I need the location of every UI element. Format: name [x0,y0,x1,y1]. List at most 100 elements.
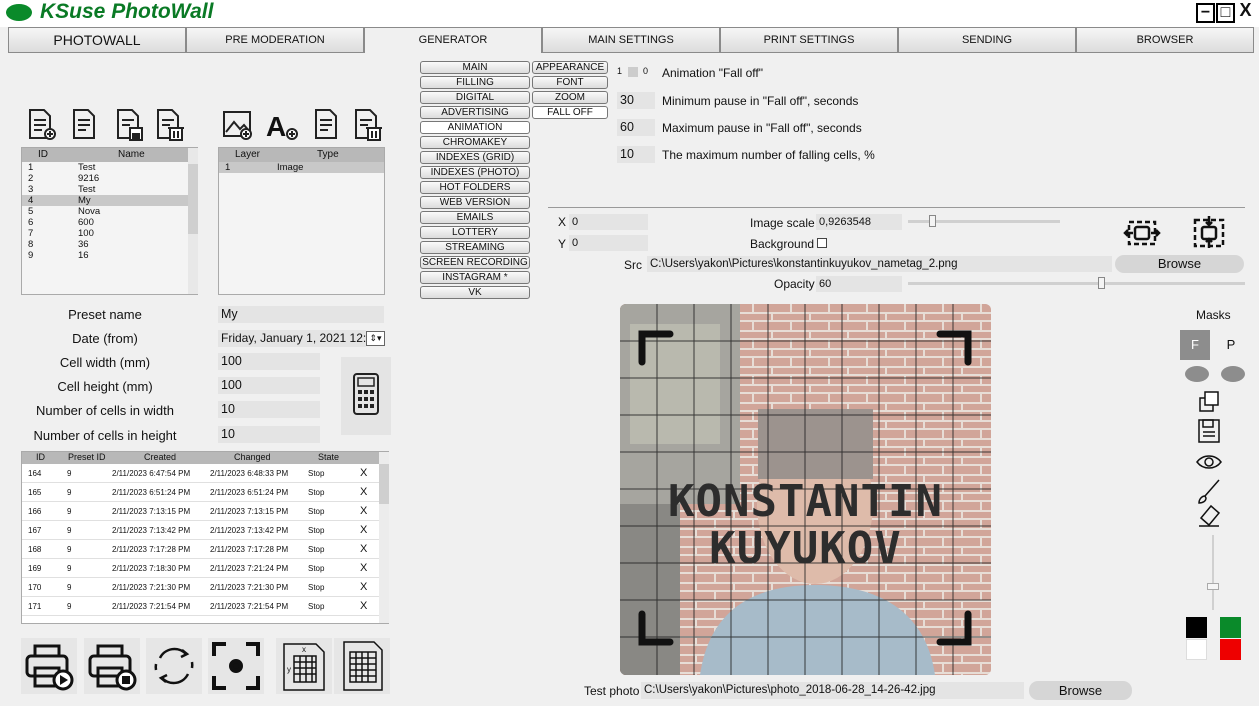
layers-grid[interactable]: Layer Type 1 Image [218,147,385,295]
history-row[interactable]: 165 9 2/11/2023 6:51:24 PM 2/11/2023 6:51:2… [22,483,388,502]
gen-menu-item-indexes-grid[interactable]: INDEXES (GRID) [420,151,530,164]
gen-menu-item-animation[interactable]: ANIMATION [420,121,530,134]
anim-menu-item-appearance[interactable]: APPEARANCE [532,61,608,74]
add-image-layer-icon[interactable] [223,111,252,140]
gen-menu-item-screen-recording[interactable]: SCREEN RECORDING [420,256,530,269]
cell-width-input[interactable]: 100 [218,353,320,370]
test-photo-input[interactable]: C:\Users\yakon\Pictures\photo_2018-06-28… [641,682,1024,699]
delete-history-button[interactable]: X [360,464,367,483]
history-row[interactable]: 167 9 2/11/2023 7:13:42 PM 2/11/2023 7:13:4… [22,521,388,540]
delete-layer-icon[interactable] [355,109,382,141]
test-photo-browse-button[interactable]: Browse [1029,681,1132,700]
gen-menu-item-chromakey[interactable]: CHROMAKEY [420,136,530,149]
tab-print-settings[interactable]: PRINT SETTINGS [720,27,898,53]
anim-menu-item-font[interactable]: FONT [532,76,608,89]
opacity-knob[interactable] [1098,277,1105,289]
mask-p-button[interactable]: P [1216,330,1246,360]
preset-row[interactable]: 4 My [22,195,197,206]
presets-scrollbar[interactable] [188,148,198,294]
delete-history-button[interactable]: X [360,521,367,540]
gen-menu-item-streaming[interactable]: STREAMING [420,241,530,254]
delete-preset-icon[interactable] [157,109,184,141]
refresh-button[interactable] [146,638,202,694]
mask-f-button[interactable]: F [1180,330,1210,360]
mask-ellipse-1-icon[interactable] [1185,366,1209,382]
brush-size-slider[interactable] [1212,535,1214,610]
background-checkbox[interactable] [817,238,827,248]
gen-menu-item-advertising[interactable]: ADVERTISING [420,106,530,119]
mask-save-icon[interactable] [1198,419,1220,443]
preset-row[interactable]: 3 Test [22,184,197,195]
preset-row[interactable]: 2 9216 [22,173,197,184]
save-preset-icon[interactable] [117,109,143,141]
opacity-slider[interactable] [908,282,1245,285]
src-browse-button[interactable]: Browse [1115,255,1244,273]
mask-copy-icon[interactable] [1199,391,1219,412]
gen-menu-item-digital[interactable]: DIGITAL [420,91,530,104]
copy-preset-icon[interactable] [73,109,95,139]
animation-toggle[interactable]: 1 0 [617,66,648,77]
table-view-button[interactable] [334,638,390,694]
gen-menu-item-web-version[interactable]: WEB VERSION [420,196,530,209]
history-row[interactable]: 166 9 2/11/2023 7:13:15 PM 2/11/2023 7:13:1… [22,502,388,521]
layer-row[interactable]: 1 Image [219,162,384,173]
mask-ellipse-2-icon[interactable] [1221,366,1245,382]
src-input[interactable]: C:\Users\yakon\Pictures\konstantinkuyuko… [647,256,1112,272]
anim-menu-item-fall-off[interactable]: FALL OFF [532,106,608,119]
opacity-input[interactable]: 60 [816,276,902,292]
delete-history-button[interactable]: X [360,559,367,578]
gen-menu-item-filling[interactable]: FILLING [420,76,530,89]
cells-height-input[interactable]: 10 [218,426,320,443]
date-picker[interactable]: Friday, January 1, 2021 12: [218,330,366,347]
history-scrollbar[interactable] [379,452,389,623]
history-row[interactable]: 164 9 2/11/2023 6:47:54 PM 2/11/2023 6:48:3… [22,464,388,483]
date-spinner-icon[interactable]: ⇕▾ [366,331,385,346]
image-scale-input[interactable]: 0,9263548 [816,214,902,230]
export-grid-button[interactable]: x y [276,638,332,694]
delete-history-button[interactable]: X [360,597,367,616]
print-stop-button[interactable] [84,638,140,694]
preset-row[interactable]: 7 100 [22,228,197,239]
brush-size-knob[interactable] [1207,583,1219,590]
preset-row[interactable]: 9 16 [22,250,197,261]
history-grid[interactable]: ID Preset ID Created Changed State 164 9 2… [21,451,389,624]
image-scale-knob[interactable] [929,215,936,227]
add-text-layer-icon[interactable]: A [266,111,298,142]
copy-layer-icon[interactable] [315,109,337,139]
max-pause-input[interactable]: 60 [617,119,655,136]
tab-generator[interactable]: GENERATOR [364,27,542,53]
color-green-swatch[interactable] [1220,617,1241,638]
gen-menu-item-lottery[interactable]: LOTTERY [420,226,530,239]
gen-menu-item-main[interactable]: MAIN [420,61,530,74]
mask-brush-icon[interactable] [1198,479,1220,504]
mask-eye-icon[interactable] [1196,455,1222,469]
preset-row[interactable]: 1 Test [22,162,197,173]
gen-menu-item-indexes-photo[interactable]: INDEXES (PHOTO) [420,166,530,179]
mask-eraser-icon[interactable] [1199,504,1221,527]
fullscreen-button[interactable] [208,638,264,694]
add-preset-icon[interactable] [29,109,56,140]
preset-row[interactable]: 6 600 [22,217,197,228]
delete-history-button[interactable]: X [360,483,367,502]
color-white-swatch[interactable] [1186,639,1207,660]
gen-menu-item-hot-folders[interactable]: HOT FOLDERS [420,181,530,194]
min-pause-input[interactable]: 30 [617,92,655,109]
y-input[interactable]: 0 [569,235,648,251]
tab-sending[interactable]: SENDING [898,27,1076,53]
fit-horizontal-button[interactable] [1115,212,1169,252]
color-black-swatch[interactable] [1186,617,1207,638]
cells-width-input[interactable]: 10 [218,401,320,418]
delete-history-button[interactable]: X [360,540,367,559]
history-row[interactable]: 171 9 2/11/2023 7:21:54 PM 2/11/2023 7:21:5… [22,597,388,616]
max-cells-input[interactable]: 10 [617,146,655,163]
print-start-button[interactable] [21,638,77,694]
history-row[interactable]: 170 9 2/11/2023 7:21:30 PM 2/11/2023 7:21:3… [22,578,388,597]
delete-history-button[interactable]: X [360,502,367,521]
tab-pre-moderation[interactable]: PRE MODERATION [186,27,364,53]
cell-height-input[interactable]: 100 [218,377,320,394]
history-row[interactable]: 168 9 2/11/2023 7:17:28 PM 2/11/2023 7:17:2… [22,540,388,559]
history-row[interactable]: 169 9 2/11/2023 7:18:30 PM 2/11/2023 7:21:2… [22,559,388,578]
minimize-button[interactable]: − [1196,3,1215,23]
preset-row[interactable]: 5 Nova [22,206,197,217]
calculator-button[interactable] [341,357,391,435]
